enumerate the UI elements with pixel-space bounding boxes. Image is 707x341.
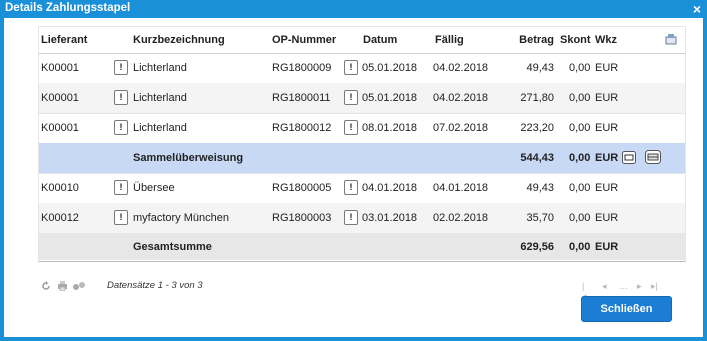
cell-wkz: EUR: [595, 92, 619, 104]
cell-lieferant: K00010: [41, 182, 79, 194]
cell-datum: 03.01.2018: [362, 212, 418, 224]
bank-icon[interactable]: [645, 150, 661, 164]
col-skont[interactable]: Skont: [560, 34, 591, 46]
table-row[interactable]: K00001 ! Lichterland RG1800011 ! 05.01.2…: [39, 83, 685, 114]
last-page-icon[interactable]: ▸|: [651, 281, 658, 292]
cell-op-nummer: RG1800009: [272, 62, 332, 74]
table-row[interactable]: K00010 ! Übersee RG1800005 ! 04.01.2018 …: [39, 173, 685, 204]
col-op-nummer[interactable]: OP-Nummer: [272, 34, 336, 46]
total-row: Gesamtsumme 629,56 0,00 EUR: [39, 233, 685, 260]
cell-op-nummer: RG1800012: [272, 122, 332, 134]
col-datum[interactable]: Datum: [363, 34, 397, 46]
total-label: Gesamtsumme: [133, 241, 212, 253]
cell-skont: 0,00: [569, 92, 591, 104]
table-header: Lieferant Kurzbezeichnung OP-Nummer Datu…: [39, 27, 685, 54]
cell-kurzbezeichnung: myfactory München: [133, 212, 229, 224]
payment-batch-dialog: Details Zahlungsstapel × Lieferant Kurzb…: [0, 0, 707, 341]
total-betrag: 629,56: [520, 241, 554, 253]
settings-icon[interactable]: [73, 281, 86, 291]
record-count: Datensätze 1 - 3 von 3: [107, 280, 203, 291]
cell-kurzbezeichnung: Lichterland: [133, 62, 187, 74]
col-kurzbezeichnung[interactable]: Kurzbezeichnung: [133, 34, 225, 46]
prev-page-icon[interactable]: ◂: [602, 281, 607, 292]
cell-wkz: EUR: [595, 62, 619, 74]
col-betrag[interactable]: Betrag: [509, 34, 554, 46]
excl-icon[interactable]: !: [114, 120, 128, 135]
cell-faellig: 07.02.2018: [433, 122, 489, 134]
cell-faellig: 04.02.2018: [433, 62, 489, 74]
cell-betrag: 271,80: [520, 92, 554, 104]
cell-wkz: EUR: [595, 122, 619, 134]
cell-lieferant: K00001: [41, 92, 79, 104]
cell-datum: 05.01.2018: [362, 92, 418, 104]
cell-betrag: 35,70: [526, 212, 554, 224]
subtotal-label: Sammelüberweisung: [133, 152, 244, 164]
col-faellig[interactable]: Fällig: [435, 34, 464, 46]
excl-icon[interactable]: !: [344, 210, 358, 225]
cell-wkz: EUR: [595, 182, 619, 194]
cell-betrag: 49,43: [526, 62, 554, 74]
cell-datum: 08.01.2018: [362, 122, 418, 134]
export-icon[interactable]: [665, 34, 677, 45]
cell-kurzbezeichnung: Lichterland: [133, 92, 187, 104]
subtotal-row[interactable]: Sammelüberweisung 544,43 0,00 EUR: [39, 143, 685, 174]
cell-skont: 0,00: [569, 122, 591, 134]
subtotal-skont: 0,00: [569, 152, 591, 164]
total-wkz: EUR: [595, 241, 619, 253]
cell-op-nummer: RG1800011: [272, 92, 331, 104]
excl-icon[interactable]: !: [114, 90, 128, 105]
cell-kurzbezeichnung: Übersee: [133, 182, 175, 194]
letter-icon[interactable]: [622, 151, 636, 164]
total-skont: 0,00: [569, 241, 591, 253]
excl-icon[interactable]: !: [344, 120, 358, 135]
excl-icon[interactable]: !: [114, 60, 128, 75]
dialog-content: Lieferant Kurzbezeichnung OP-Nummer Datu…: [4, 18, 703, 337]
excl-icon[interactable]: !: [344, 60, 358, 75]
subtotal-wkz: EUR: [595, 152, 619, 164]
subtotal-betrag: 544,43: [520, 152, 554, 164]
excl-icon[interactable]: !: [344, 180, 358, 195]
cell-faellig: 04.02.2018: [433, 92, 489, 104]
excl-icon[interactable]: !: [114, 210, 128, 225]
next-page-icon[interactable]: ▸: [637, 281, 642, 292]
excl-icon[interactable]: !: [344, 90, 358, 105]
cell-skont: 0,00: [569, 182, 591, 194]
cell-lieferant: K00012: [41, 212, 79, 224]
cell-skont: 0,00: [569, 212, 591, 224]
table-row[interactable]: K00012 ! myfactory München RG1800003 ! 0…: [39, 203, 685, 234]
cell-wkz: EUR: [595, 212, 619, 224]
col-wkz[interactable]: Wkz: [595, 34, 617, 46]
cell-lieferant: K00001: [41, 62, 79, 74]
close-button[interactable]: Schließen: [581, 296, 672, 322]
cell-betrag: 49,43: [526, 182, 554, 194]
table-row[interactable]: K00001 ! Lichterland RG1800012 ! 08.01.2…: [39, 113, 685, 144]
window-title: Details Zahlungsstapel: [5, 2, 131, 14]
cell-kurzbezeichnung: Lichterland: [133, 122, 187, 134]
close-icon[interactable]: ×: [693, 1, 701, 17]
cell-op-nummer: RG1800003: [272, 212, 332, 224]
payment-table: Lieferant Kurzbezeichnung OP-Nummer Datu…: [38, 26, 686, 262]
pager-ellipsis: ...: [620, 281, 628, 291]
titlebar: Details Zahlungsstapel ×: [0, 0, 707, 18]
cell-op-nummer: RG1800005: [272, 182, 332, 194]
cell-lieferant: K00001: [41, 122, 79, 134]
col-lieferant[interactable]: Lieferant: [41, 34, 87, 46]
cell-faellig: 02.02.2018: [433, 212, 489, 224]
cell-skont: 0,00: [569, 62, 591, 74]
print-icon[interactable]: [57, 281, 68, 291]
cell-datum: 05.01.2018: [362, 62, 418, 74]
table-row[interactable]: K00001 ! Lichterland RG1800009 ! 05.01.2…: [39, 53, 685, 84]
cell-datum: 04.01.2018: [362, 182, 418, 194]
refresh-icon[interactable]: [41, 281, 51, 291]
excl-icon[interactable]: !: [114, 180, 128, 195]
cell-betrag: 223,20: [520, 122, 554, 134]
cell-faellig: 04.01.2018: [433, 182, 489, 194]
